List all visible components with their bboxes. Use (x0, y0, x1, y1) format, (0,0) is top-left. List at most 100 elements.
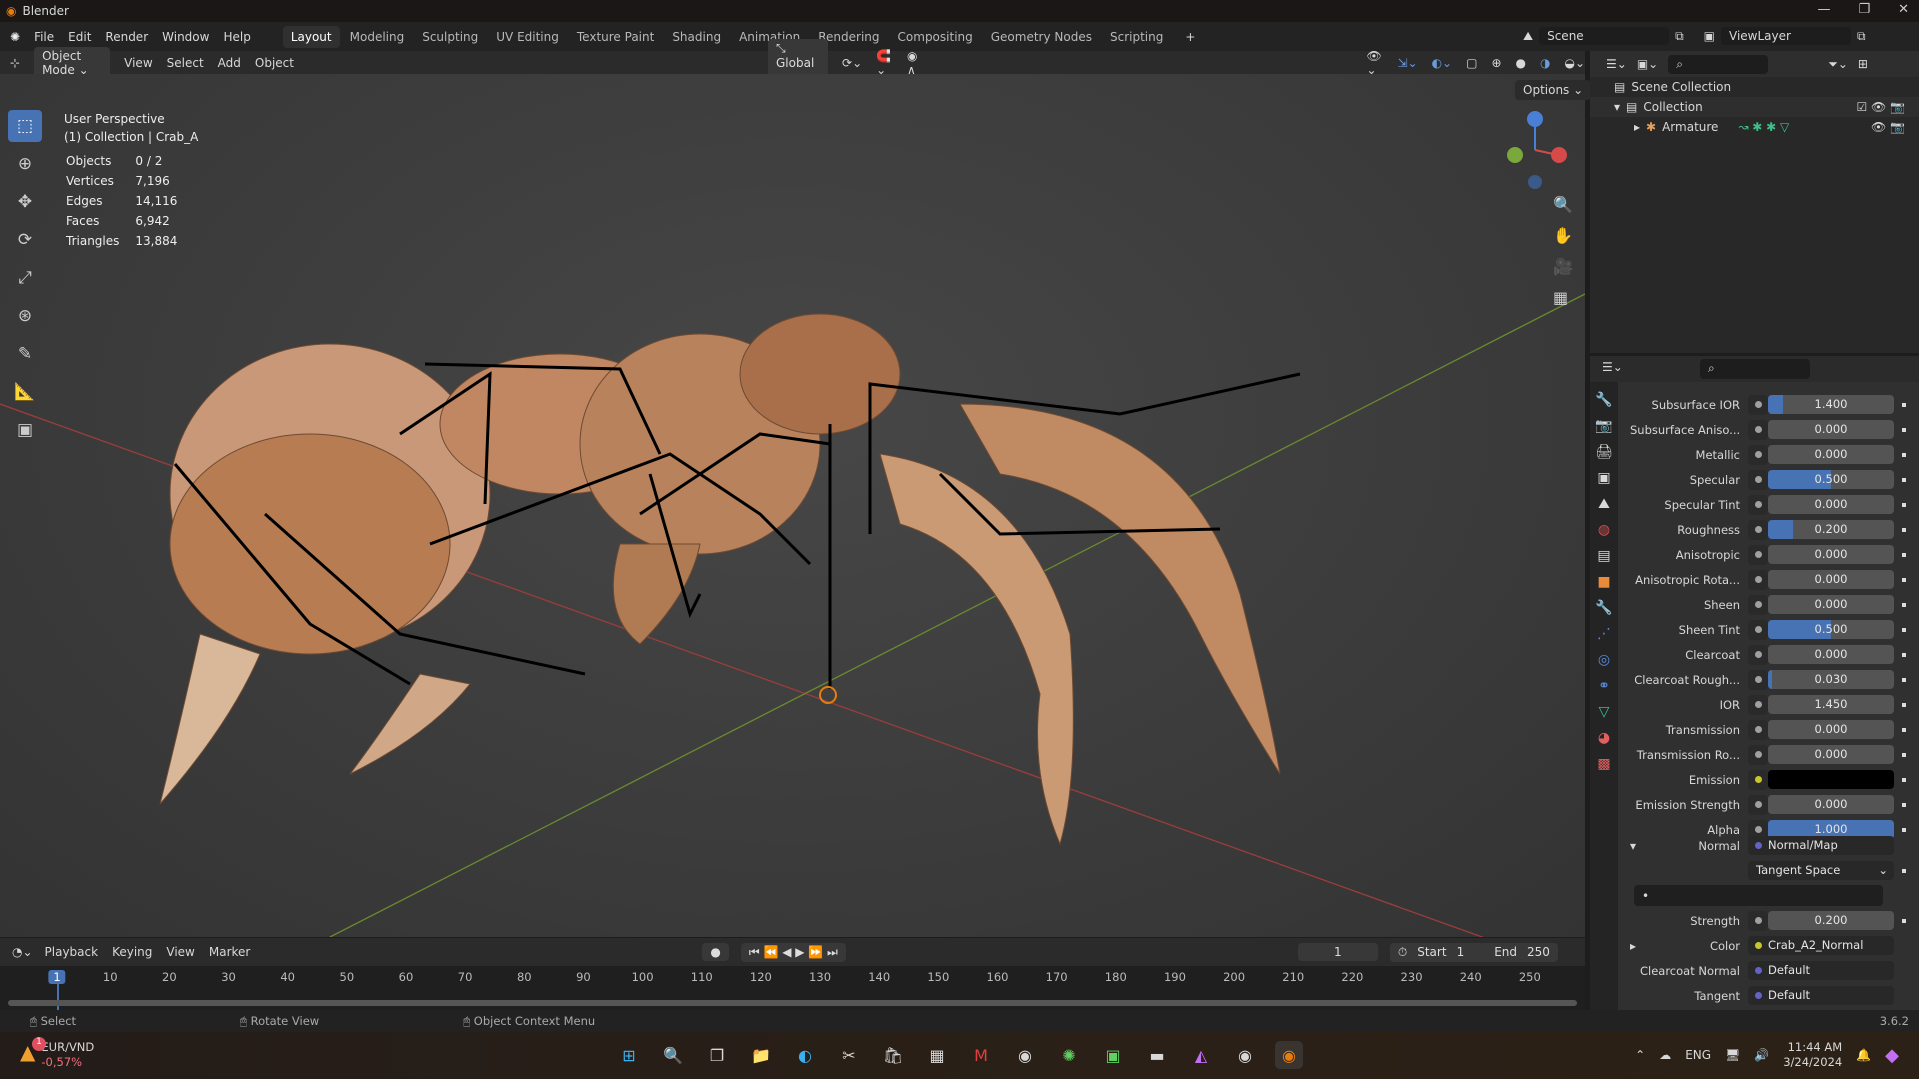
material-tab-icon[interactable]: ◕ (1598, 730, 1610, 746)
tab-layout[interactable]: Layout (282, 25, 340, 48)
view-layer-tab-icon[interactable]: ▣ (1597, 470, 1610, 486)
tool-tab-icon[interactable]: 🔧 (1595, 392, 1612, 408)
property-field[interactable]: 0.000 (1768, 545, 1894, 564)
playback-controls[interactable]: ⏮ ⏪ ◀ ▶ ⏩ ⏭ (740, 942, 846, 962)
edge-icon[interactable]: ◐ (791, 1041, 819, 1069)
terminal-icon[interactable]: ▬ (1143, 1041, 1171, 1069)
maximize-button[interactable]: ❐ (1858, 2, 1870, 17)
visibility-toggles[interactable]: ☑ 👁 📷 (1856, 100, 1919, 114)
camera-icon[interactable]: 🎥 (1553, 257, 1573, 276)
stock-widget[interactable]: ▲ 1 EUR/VND -0,57% (20, 1037, 94, 1070)
keyframe-dot[interactable] (1902, 577, 1906, 582)
socket-icon[interactable] (1748, 669, 1768, 690)
zoom-icon[interactable]: 🔍 (1553, 195, 1573, 214)
property-field[interactable]: 0.000 (1768, 420, 1894, 439)
start-icon[interactable]: ⊞ (615, 1041, 643, 1069)
viewport-menu-view[interactable]: View (124, 56, 152, 70)
property-field[interactable]: 0.000 (1768, 745, 1894, 764)
menu-window[interactable]: Window (162, 30, 209, 44)
tray-expand-icon[interactable]: ⌃ (1635, 1048, 1645, 1062)
rotate-tool-icon[interactable]: ⟳ (8, 224, 42, 256)
navigation-gizmo[interactable] (1500, 110, 1570, 190)
scale-tool-icon[interactable]: ⤢ (8, 262, 42, 294)
property-field[interactable]: 0.000 (1768, 645, 1894, 664)
outliner-collection[interactable]: ▾ ▤ Collection ☑ 👁 📷 (1590, 97, 1919, 117)
outliner-search-input[interactable]: ⌕ (1668, 54, 1769, 74)
space-dropdown[interactable]: Tangent Space ⌄ (1748, 861, 1894, 880)
socket-icon[interactable] (1748, 719, 1768, 740)
keyframe-dot[interactable] (1902, 552, 1906, 557)
stopwatch-icon[interactable]: ⏱ (1398, 945, 1407, 960)
language-indicator[interactable]: ENG (1685, 1048, 1711, 1062)
editor-type-icon[interactable]: ⊹ (10, 56, 20, 70)
color-link-field[interactable]: Crab_A2_Normal (1748, 936, 1894, 955)
timeline-scrollbar[interactable] (8, 1000, 1577, 1006)
socket-icon[interactable] (1748, 494, 1768, 515)
uv-map-field[interactable]: • (1634, 885, 1883, 906)
keyframe-dot[interactable] (1902, 452, 1906, 457)
playhead[interactable] (57, 984, 59, 1010)
task-view-icon[interactable]: ❐ (703, 1041, 731, 1069)
modifier-tab-icon[interactable]: 🔧 (1595, 600, 1612, 616)
xray-icon[interactable]: ▢ (1466, 56, 1477, 70)
store-icon[interactable]: 🛍 (879, 1041, 907, 1069)
clearcoat-normal-field[interactable]: Default (1748, 961, 1894, 980)
notification-bell-icon[interactable]: 🔔 (1856, 1048, 1871, 1062)
app-icon[interactable]: ▦ (923, 1041, 951, 1069)
move-tool-icon[interactable]: ✥ (8, 186, 42, 218)
app-m-icon[interactable]: M (967, 1041, 995, 1069)
keyframe-dot[interactable] (1902, 677, 1906, 682)
menu-edit[interactable]: Edit (68, 30, 91, 44)
keyframe-dot[interactable] (1902, 777, 1906, 782)
tab-scripting[interactable]: Scripting (1102, 26, 1171, 48)
file-explorer-icon[interactable]: 📁 (747, 1041, 775, 1069)
new-view-layer-button[interactable]: ⧉ (1857, 29, 1866, 44)
keyframe-dot[interactable] (1902, 702, 1906, 707)
timeline-ruler[interactable]: 1 10 20 30 40 50 60 70 80 90 100 110 120 130 140 150 160… (0, 966, 1585, 1010)
socket-icon[interactable] (1748, 794, 1768, 815)
expand-icon[interactable]: ▾ (1614, 100, 1620, 114)
viewport-menu-object[interactable]: Object (255, 56, 294, 70)
property-field[interactable]: 1.400 (1768, 395, 1894, 414)
menu-help[interactable]: Help (223, 30, 250, 44)
pan-hand-icon[interactable]: ✋ (1553, 226, 1573, 245)
socket-icon[interactable] (1748, 519, 1768, 540)
timeline-menu-keying[interactable]: Keying (112, 945, 152, 959)
grid-icon[interactable]: ▦ (1553, 288, 1573, 307)
texture-tab-icon[interactable]: ▩ (1597, 756, 1610, 772)
property-field[interactable]: 0.030 (1768, 670, 1894, 689)
strength-field[interactable]: 0.200 (1768, 911, 1894, 930)
chrome-icon[interactable]: ◉ (1011, 1041, 1039, 1069)
view-layer-icon[interactable]: ▣ (1704, 29, 1715, 43)
annotate-tool-icon[interactable]: ✎ (8, 338, 42, 370)
property-field[interactable]: 0.500 (1768, 470, 1894, 489)
options-dropdown[interactable]: Options ⌄ (1515, 80, 1592, 100)
data-tab-icon[interactable]: ▽ (1599, 704, 1610, 720)
tab-geometry-nodes[interactable]: Geometry Nodes (983, 26, 1100, 48)
collection-tab-icon[interactable]: ▤ (1597, 548, 1610, 564)
auto-keying-button[interactable]: ● (702, 943, 729, 961)
copilot-icon[interactable]: ◆ (1885, 1045, 1899, 1066)
keyframe-dot[interactable] (1902, 652, 1906, 657)
affinity-icon[interactable]: ◭ (1187, 1041, 1215, 1069)
blender-menu-icon[interactable]: ✺ (10, 30, 20, 44)
keyframe-dot[interactable] (1902, 527, 1906, 532)
keyframe-dot[interactable] (1902, 827, 1906, 832)
normal-link-field[interactable]: Normal/Map (1748, 836, 1894, 855)
output-tab-icon[interactable]: 🖨 (1595, 444, 1613, 460)
tab-modeling[interactable]: Modeling (342, 26, 413, 48)
tangent-field[interactable]: Default (1748, 986, 1894, 1005)
property-field[interactable]: 1.450 (1768, 695, 1894, 714)
measure-tool-icon[interactable]: 📐 (8, 376, 42, 408)
shading-material-icon[interactable]: ◑ (1540, 56, 1550, 70)
keyframe-dot[interactable] (1902, 727, 1906, 732)
viewport-menu-select[interactable]: Select (167, 56, 204, 70)
view-layer-field[interactable]: ViewLayer (1721, 27, 1852, 45)
property-field[interactable]: 0.000 (1768, 570, 1894, 589)
display-mode-icon[interactable]: ☰⌄ (1606, 57, 1627, 71)
outliner-armature[interactable]: ▸ ✱ Armature ↝ ✱ ✱ ▽ 👁 📷 (1590, 117, 1919, 137)
cursor-tool-icon[interactable]: ⊕ (8, 148, 42, 180)
current-frame-field[interactable]: 1 (1297, 943, 1378, 961)
outliner-scene-collection[interactable]: ▤ Scene Collection (1590, 77, 1919, 97)
scene-field[interactable]: Scene (1539, 27, 1670, 45)
